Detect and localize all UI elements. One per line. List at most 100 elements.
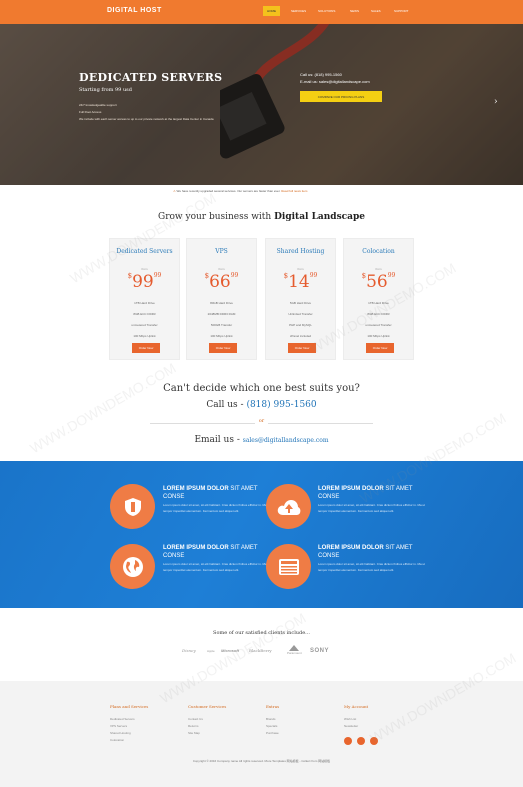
plan-feature: 100 Mbps Uplink [367,334,390,338]
plan-from: from [218,267,225,271]
hero-line: 24/7 knowledgeable support [79,103,117,107]
plan-feature: unmetered Transfer [365,323,392,327]
hero-title: DEDICATED SERVERS [79,71,223,84]
feature-icon-circle [266,484,311,529]
hero-phone: Call us: (818) 995-1560 [300,72,342,77]
plan-price: $1499 [283,272,318,292]
feature-title: LOREM IPSUM DOLOR SIT AMET CONSE [163,486,258,501]
hero-line: We include with each server access to up… [79,117,214,121]
footer-link[interactable]: Site Map [188,731,200,735]
nav-item-home[interactable]: HOME [263,6,280,16]
order-now-button[interactable]: Order Now [132,343,160,353]
cant-decide-heading: Can't decide which one best suits you? [163,383,360,394]
nav-item-news[interactable]: NEWS [350,9,359,13]
section-title: Grow your business with Digital Landscap… [0,212,523,222]
notice-link[interactable]: Read full news item [281,189,307,193]
plan-feature: 8GB ECC DDR3 [133,312,156,316]
features-section [0,461,523,608]
nav-item-services[interactable]: SERVICES [291,9,306,13]
plan-title: VPS [215,248,228,255]
plan-feature: unmetered Transfer [131,323,158,327]
plan-card-shared: Shared Hosting from $1499 5GB Hard Drive… [265,238,336,360]
footer-link[interactable]: Returns [188,724,199,728]
cloud-upload-icon [277,499,300,515]
footer-column-title: Extras [266,704,280,709]
call-us-line: Call us - (818) 995-1560 [0,400,523,410]
facebook-icon[interactable] [344,737,352,745]
feature-title: LOREM IPSUM DOLOR SIT AMET CONSE [318,545,413,560]
plan-from: from [297,267,304,271]
order-now-button[interactable]: Order Now [366,343,394,353]
email-prefix: Email us - [194,435,240,445]
email-us-line: Email us - sales@digitallandscape.com [0,435,523,445]
client-logo-paramount: Paramount [287,645,302,655]
footer [0,681,523,787]
plan-title: Shared Hosting [276,248,325,255]
call-prefix: Call us - [206,400,244,410]
feature-title: LOREM IPSUM DOLOR SIT AMET CONSE [163,545,258,560]
plan-card-vps: VPS from $6699 80GB Hard Drive 2048MB DD… [186,238,257,360]
chevron-right-icon[interactable]: › [494,97,498,107]
server-list-icon [278,558,299,575]
clients-title: Some of our satisfied clients include... [213,630,310,636]
copyright-text: Copyright © 2016 Company name All rights… [192,759,331,763]
plan-feature: PHP and MySQL [289,323,312,327]
plan-from: from [141,267,148,271]
footer-column-title: My Account [344,704,369,709]
or-separator: or [255,418,268,424]
nav-item-solutions[interactable]: SOLUTIONS [318,9,335,13]
feature-title: LOREM IPSUM DOLOR SIT AMET CONSE [318,486,413,501]
footer-link[interactable]: Specials [266,724,277,728]
feature-icon-circle [110,544,155,589]
footer-link[interactable]: Wish List [344,717,356,721]
client-logo-microsoft: Microsoft [221,648,239,653]
plan-feature: 2048MB DDR3 RAM [207,312,236,316]
order-now-button[interactable]: Order Now [288,343,316,353]
nav-item-sales[interactable]: SALES [371,9,381,13]
footer-link[interactable]: Newsletter [344,724,358,728]
feature-icon-circle [266,544,311,589]
plan-feature: 500GB Transfer [210,323,233,327]
site-logo[interactable]: DIGITAL HOST [107,7,162,14]
phone-link[interactable]: (818) 995-1560 [246,400,316,410]
twitter-icon[interactable] [357,737,365,745]
footer-link[interactable]: Shared Hosting [110,731,131,735]
footer-link[interactable]: Contact Us [188,717,203,721]
warning-icon: ⚠ [173,189,176,193]
email-link[interactable]: sales@digitallandscape.com [243,437,329,444]
globe-icon [122,556,143,577]
plan-feature: cPanel included [289,334,312,338]
plan-feature: 1TB Hard Drive [368,301,389,305]
plan-price: $6699 [204,272,239,292]
footer-column-title: Customer Services [188,704,227,709]
top-navbar [0,0,523,24]
nav-item-support[interactable]: SUPPORT [394,9,408,13]
shield-icon [124,497,141,516]
footer-link[interactable]: Dedicated Servers [110,717,135,721]
feature-text: Lorem ipsum dolor sit amet, sit elit hab… [318,503,425,513]
plan-feature: 80GB Hard Drive [210,301,233,305]
footer-link[interactable]: Colocation [110,738,124,742]
plan-from: from [375,267,382,271]
hero-email[interactable]: E-mail us: sales@digitallandscape.com [300,79,370,84]
news-notice: ⚠ We have recently upgraded several serv… [173,189,307,193]
plan-feature: 100 Mbps Uplink [210,334,233,338]
footer-link[interactable]: Brands [266,717,276,721]
client-logo-blackberry: BlackBerry [249,648,272,653]
plan-feature: 100 Mbps Uplink [133,334,156,338]
order-now-button[interactable]: Order Now [209,343,237,353]
plan-price: $9999 [127,272,162,292]
compare-plans-button[interactable]: COMPARE OUR PRICING PLANS [300,91,382,102]
plan-title: Colocation [362,248,395,255]
footer-link[interactable]: VPS Servers [110,724,127,728]
footer-link[interactable]: Purchase [266,731,279,735]
grow-prefix: Grow your business with [158,212,272,222]
feature-text: Lorem ipsum dolor sit amet, sit elit hab… [318,562,425,572]
feature-text: Lorem ipsum dolor sit amet, sit elit hab… [163,503,270,513]
plan-feature: 8GB ECC DDR3 [367,312,390,316]
google-plus-icon[interactable] [370,737,378,745]
plan-title: Dedicated Servers [116,248,173,255]
feature-icon-circle [110,484,155,529]
plan-price: $5699 [361,272,396,292]
hero-subtitle: Starting from 99 usd [79,87,132,93]
